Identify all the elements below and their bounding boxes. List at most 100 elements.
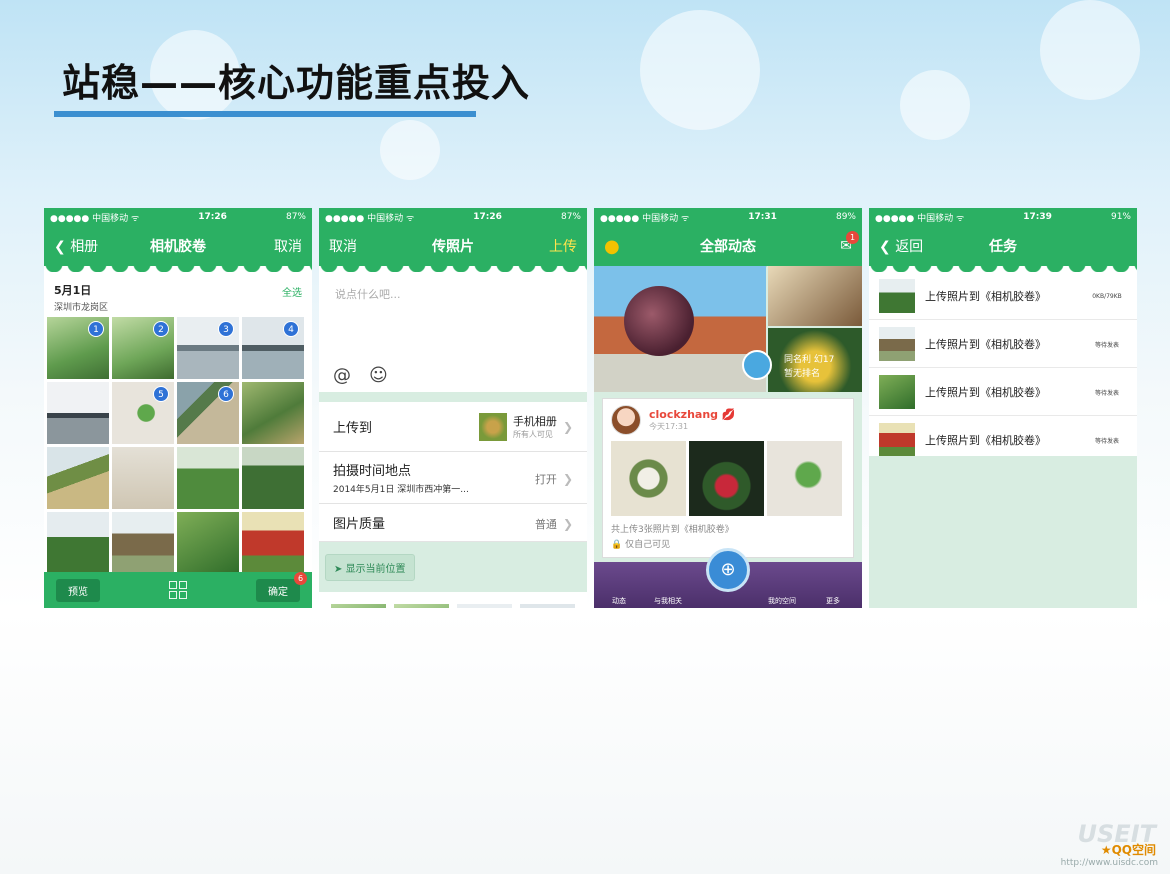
section-header: 5月1日 深圳市龙岗区 全选	[44, 266, 312, 317]
bokeh	[900, 70, 970, 140]
status-bar: ●●●●● 中国移动 ᯤ 17:31 89%	[594, 208, 862, 226]
photo-thumb[interactable]	[112, 512, 174, 574]
show-location-label: 显示当前位置	[345, 564, 406, 575]
confirm-button[interactable]: 确定 6	[256, 571, 307, 602]
emoji-icon[interactable]: ☺	[369, 365, 388, 386]
select-all-button[interactable]: 全选	[282, 284, 302, 313]
section-date: 5月1日	[54, 284, 92, 297]
user-name[interactable]: clockzhang 💋	[649, 408, 736, 421]
quality-value: 普通	[534, 518, 557, 531]
task-text: 上传照片到《相机胶卷》	[925, 385, 1046, 399]
photo-thumb[interactable]	[520, 604, 575, 608]
photo-thumb[interactable]: 6	[177, 382, 239, 444]
photo-thumb[interactable]	[611, 441, 686, 516]
task-thumb	[879, 374, 915, 409]
task-status: 等待发表	[1094, 438, 1119, 445]
empty-area	[869, 456, 1137, 608]
album-cover	[478, 412, 507, 441]
task-status: 等待发表	[1094, 342, 1119, 349]
photo-thumb[interactable]	[47, 447, 109, 509]
section-location: 深圳市龙岗区	[54, 303, 109, 313]
mail-button[interactable]: ✉ 1	[840, 231, 859, 254]
task-thumb	[879, 422, 915, 457]
back-button[interactable]: ❮ 返回	[879, 236, 923, 256]
task-status: 0KB/79KB	[1092, 293, 1122, 300]
banner-text: 暂无排名	[784, 369, 821, 379]
post-photos	[611, 441, 845, 516]
nav-title: 全部动态	[700, 239, 756, 255]
grid-view-icon[interactable]	[169, 581, 187, 599]
photo-thumb[interactable]: 2	[112, 317, 174, 379]
time-place-detail: 2014年5月1日 深圳市西冲第一...	[333, 485, 469, 495]
photo-thumb[interactable]: 3	[177, 317, 239, 379]
photo-thumb[interactable]	[177, 447, 239, 509]
title-underline	[54, 111, 476, 117]
chevron-left-icon: ❮	[879, 239, 896, 255]
photo-thumb[interactable]: 4	[242, 317, 304, 379]
avatar[interactable]	[611, 405, 641, 435]
time-place-value: 打开	[534, 473, 557, 486]
task-status: 等待发表	[1094, 390, 1119, 397]
location-section: ➤ 显示当前位置	[319, 542, 587, 592]
chevron-left-icon: ❮	[54, 239, 71, 255]
mention-icon[interactable]: @	[333, 365, 351, 386]
tab-my-space[interactable]: 我的空间	[768, 596, 796, 606]
bokeh	[1040, 0, 1140, 100]
quality-row[interactable]: 图片质量 普通 ❯	[319, 504, 587, 542]
feed-card: clockzhang 💋 今天17:31 共上传3张照片到《相机胶卷》 🔒 仅自…	[602, 398, 854, 558]
photo-thumb[interactable]	[689, 441, 764, 516]
upload-button[interactable]: 上传	[549, 236, 577, 256]
caption-input[interactable]: 说点什么吧...	[319, 266, 587, 358]
photo-thumb[interactable]	[767, 441, 842, 516]
tab-feed[interactable]: 动态	[612, 596, 626, 606]
photo-thumb[interactable]	[177, 512, 239, 574]
show-location-button[interactable]: ➤ 显示当前位置	[325, 554, 415, 581]
photo-thumb[interactable]	[457, 604, 512, 608]
chevron-right-icon: ❯	[562, 419, 573, 434]
task-row[interactable]: 上传照片到《相机胶卷》 等待发表	[869, 320, 1137, 368]
heart-badge-icon[interactable]	[742, 350, 772, 380]
photo-thumb[interactable]	[394, 604, 449, 608]
watermark-url: http://www.uisdc.com	[1060, 858, 1158, 868]
photo-thumb[interactable]	[112, 447, 174, 509]
nav-bar: ● 全部动态 ✉ 1	[594, 226, 862, 272]
carrier: ●●●●● 中国移动 ᯤ	[875, 213, 965, 224]
photo-thumb[interactable]	[47, 512, 109, 574]
location-arrow-icon: ➤	[334, 564, 346, 575]
bird-avatar-icon[interactable]: ●	[604, 236, 620, 257]
photo-thumb[interactable]	[242, 447, 304, 509]
cancel-button[interactable]: 取消	[274, 236, 302, 256]
fruit-shape	[624, 286, 694, 356]
tab-more[interactable]: 更多	[826, 596, 840, 606]
photo-grid: 1 2 3 4 5 6	[44, 317, 312, 574]
photo-thumb[interactable]	[242, 382, 304, 444]
photo-thumb[interactable]: 5	[112, 382, 174, 444]
photo-thumb[interactable]	[331, 604, 386, 608]
slide-title: 站稳——核心功能重点投入	[62, 61, 531, 105]
user-name-text: clockzhang	[649, 408, 719, 421]
photo-thumb[interactable]	[47, 382, 109, 444]
status-bar: ●●●●● 中国移动 ᯤ 17:26 87%	[319, 208, 587, 226]
input-tools: @ ☺	[319, 358, 587, 392]
time-place-row[interactable]: 拍摄时间地点 2014年5月1日 深圳市西冲第一... 打开 ❯	[319, 452, 587, 504]
plus-grid-icon: ⊕	[720, 559, 736, 580]
upload-to-row[interactable]: 上传到 手机相册 所有人可见 ❯	[319, 402, 587, 452]
battery: 87%	[285, 212, 306, 222]
preview-button[interactable]: 预览	[56, 578, 100, 602]
status-bar: ●●●●● 中国移动 ᯤ 17:26 87%	[44, 208, 312, 226]
status-bar: ●●●●● 中国移动 ᯤ 17:39 91%	[869, 208, 1137, 226]
publish-button[interactable]: ⊕	[706, 548, 750, 592]
photo-thumb[interactable]	[242, 512, 304, 574]
nav-title: 传照片	[432, 239, 474, 255]
post-caption: 共上传3张照片到《相机胶卷》	[611, 525, 734, 535]
back-button[interactable]: ❮ 相册	[54, 236, 98, 256]
cancel-button[interactable]: 取消	[329, 236, 357, 256]
task-row[interactable]: 上传照片到《相机胶卷》 0KB/79KB	[869, 272, 1137, 320]
carrier: ●●●●● 中国移动 ᯤ	[325, 213, 415, 224]
lock-icon: 🔒	[611, 540, 626, 550]
bottom-toolbar: 预览 确定 6	[44, 571, 312, 608]
tab-related[interactable]: 与我相关	[654, 596, 682, 606]
photo-thumb[interactable]: 1	[47, 317, 109, 379]
nav-bar: 取消 传照片 上传	[319, 226, 587, 272]
task-row[interactable]: 上传照片到《相机胶卷》 等待发表	[869, 368, 1137, 416]
